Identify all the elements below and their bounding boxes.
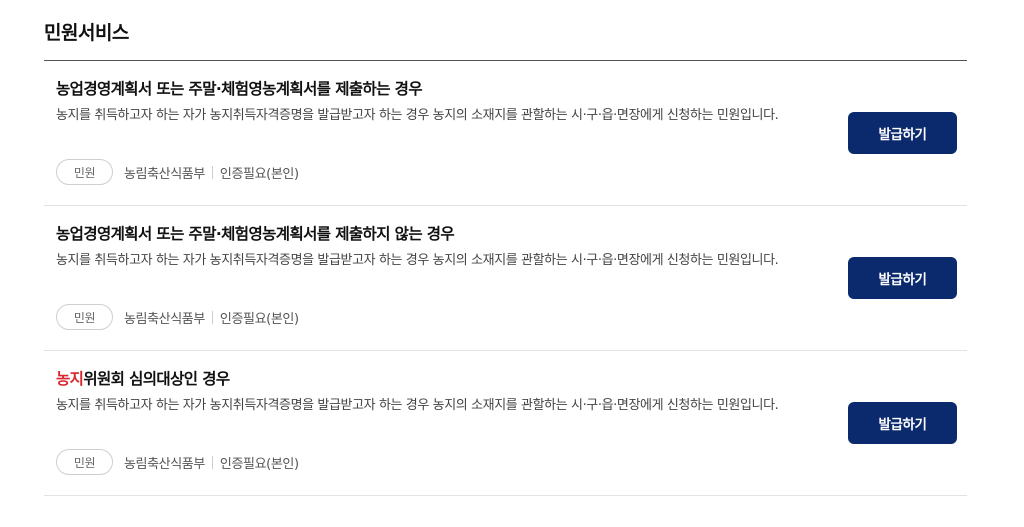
section-title: 민원서비스 [44,22,129,44]
service-title-text: 농업경영계획서 또는 주말·체험영농계획서를 제출하지 않는 경우 [56,225,455,243]
auth-requirement: 인증필요(본인) [219,456,299,472]
auth-requirement: 인증필요(본인) [219,166,299,182]
category-tag: 민원 [56,159,113,185]
issue-button[interactable]: 발급하기 [848,112,957,154]
auth-requirement: 인증필요(본인) [219,311,299,327]
service-meta: 민원 농림축산식품부 인증필요(본인) [56,304,299,330]
meta-divider [211,310,213,324]
service-meta: 민원 농림축산식품부 인증필요(본인) [56,159,299,185]
category-tag: 민원 [56,449,113,475]
service-title[interactable]: 농업경영계획서 또는 주말·체험영농계획서를 제출하는 경우 [56,77,423,99]
service-title-text: 농업경영계획서 또는 주말·체험영농계획서를 제출하는 경우 [56,80,423,98]
ministry-label: 농림축산식품부 [124,311,205,327]
service-title-text: 위원회 심의대상인 경우 [83,370,230,388]
service-description: 농지를 취득하고자 하는 자가 농지취득자격증명을 발급받고자 하는 경우 농지… [56,398,779,413]
service-item: 농지위원회 심의대상인 경우 농지를 취득하고자 하는 자가 농지취득자격증명을… [44,351,967,496]
ministry-label: 농림축산식품부 [124,166,205,182]
ministry-label: 농림축산식품부 [124,456,205,472]
service-list: 농업경영계획서 또는 주말·체험영농계획서를 제출하는 경우 농지를 취득하고자… [44,61,967,496]
service-description: 농지를 취득하고자 하는 자가 농지취득자격증명을 발급받고자 하는 경우 농지… [56,253,779,268]
category-tag: 민원 [56,304,113,330]
service-title[interactable]: 농업경영계획서 또는 주말·체험영농계획서를 제출하지 않는 경우 [56,222,455,244]
service-meta: 민원 농림축산식품부 인증필요(본인) [56,449,299,475]
service-title[interactable]: 농지위원회 심의대상인 경우 [56,367,230,389]
issue-button[interactable]: 발급하기 [848,257,957,299]
service-title-highlight: 농지 [56,370,84,388]
meta-divider [211,455,213,469]
service-item: 농업경영계획서 또는 주말·체험영농계획서를 제출하지 않는 경우 농지를 취득… [44,206,967,351]
service-description: 농지를 취득하고자 하는 자가 농지취득자격증명을 발급받고자 하는 경우 농지… [56,108,779,123]
issue-button[interactable]: 발급하기 [848,402,957,444]
service-item: 농업경영계획서 또는 주말·체험영농계획서를 제출하는 경우 농지를 취득하고자… [44,61,967,206]
meta-divider [211,165,213,179]
